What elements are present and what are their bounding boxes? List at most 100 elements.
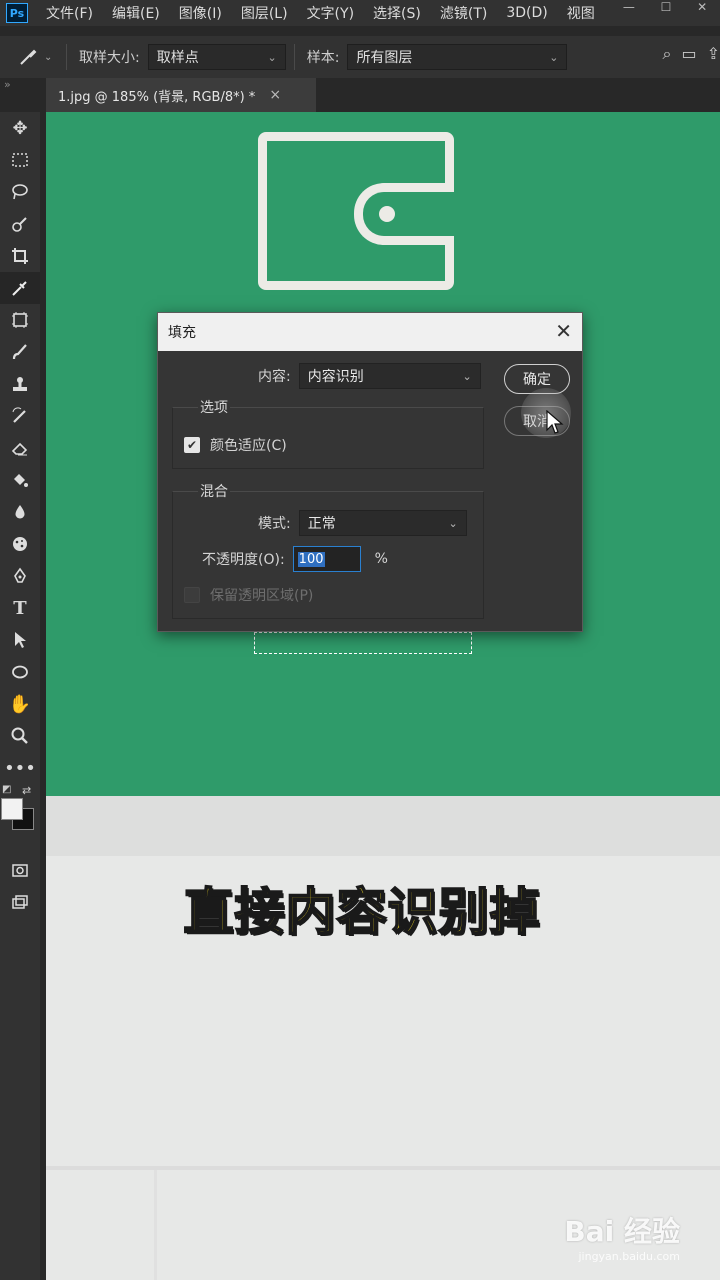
foreground-color-swatch[interactable]	[1, 798, 23, 820]
blur-tool-icon[interactable]	[0, 496, 40, 528]
wallet-clasp	[354, 183, 454, 245]
default-colors-icon[interactable]: ◩	[2, 784, 11, 795]
maximize-icon[interactable]: ☐	[661, 0, 672, 14]
workspace-icon[interactable]: ▭	[681, 44, 696, 64]
window-controls: — ☐ ✕	[610, 0, 720, 14]
photoshop-logo-icon: Ps	[6, 3, 28, 23]
sample-label: 样本:	[306, 50, 340, 66]
close-icon[interactable]: ✕	[555, 319, 572, 343]
minimize-icon[interactable]: —	[623, 0, 635, 14]
tools-panel: ✥ T ✋ ••• ◩ ⇄	[0, 112, 40, 1280]
document-tab-title: 1.jpg @ 185% (背景, RGB/8*) *	[58, 89, 256, 105]
menu-image[interactable]: 图像(I)	[179, 3, 222, 23]
divider	[66, 44, 67, 70]
history-brush-icon[interactable]	[0, 400, 40, 432]
menu-bar: Ps 文件(F) 编辑(E) 图像(I) 图层(L) 文字(Y) 选择(S) 滤…	[0, 0, 720, 26]
chevron-down-icon: ⌄	[462, 369, 472, 383]
mode-value: 正常	[307, 516, 336, 532]
type-tool-icon[interactable]: T	[0, 592, 40, 624]
eyedropper-icon	[20, 49, 37, 65]
paint-bucket-icon[interactable]	[0, 464, 40, 496]
eraser-tool-icon[interactable]	[0, 432, 40, 464]
ellipse-tool-icon[interactable]	[0, 656, 40, 688]
eyedropper-tool-icon[interactable]	[0, 272, 40, 304]
video-caption: 直接内容识别掉	[183, 882, 541, 942]
menu-view[interactable]: 视图	[567, 3, 595, 23]
chevron-down-icon: ⌄	[44, 51, 53, 63]
sponge-tool-icon[interactable]	[0, 528, 40, 560]
options-bar: ⌄ 取样大小: 取样点 ⌄ 样本: 所有图层 ⌄ ⌕ ▭ ⇪	[0, 36, 720, 78]
divider	[293, 44, 295, 70]
options-right: ⌕ ▭ ⇪	[663, 44, 720, 64]
quick-selection-tool-icon[interactable]	[0, 208, 40, 240]
sample-size-value: 取样点	[156, 50, 199, 66]
opacity-unit: %	[374, 551, 388, 567]
marquee-tool-icon[interactable]	[0, 144, 40, 176]
menu-type[interactable]: 文字(Y)	[307, 3, 354, 23]
crop-tool-icon[interactable]	[0, 240, 40, 272]
content-select[interactable]: 内容识别 ⌄	[298, 363, 481, 389]
swap-colors-icon[interactable]: ⇄	[22, 784, 31, 797]
hand-tool-icon[interactable]: ✋	[0, 688, 40, 720]
frame-tool-icon[interactable]	[0, 304, 40, 336]
dialog-title: 填充	[168, 325, 196, 341]
content-value: 内容识别	[307, 369, 364, 385]
brush-tool-icon[interactable]	[0, 336, 40, 368]
watermark-url: jingyan.baidu.com	[578, 1250, 680, 1263]
menu-select[interactable]: 选择(S)	[373, 3, 421, 23]
search-icon[interactable]: ⌕	[663, 44, 672, 64]
screen-mode-icon[interactable]	[0, 886, 40, 918]
preserve-transparency-row: 保留透明区域(P)	[184, 585, 313, 605]
menu-edit[interactable]: 编辑(E)	[112, 3, 160, 23]
mouse-pointer-icon	[546, 410, 564, 434]
divider	[46, 1166, 720, 1170]
menu-file[interactable]: 文件(F)	[46, 3, 93, 23]
sample-select[interactable]: 所有图层 ⌄	[347, 44, 568, 70]
mode-label: 模式:	[258, 516, 291, 532]
tool-preset-picker[interactable]: ⌄	[18, 47, 58, 67]
watermark-logo: Bai 经验	[564, 1215, 680, 1248]
opacity-row: 不透明度(O): 100 %	[202, 546, 388, 572]
sample-size-label: 取样大小:	[79, 50, 140, 66]
stamp-tool-icon[interactable]	[0, 368, 40, 400]
photoshop-window: Ps 文件(F) 编辑(E) 图像(I) 图层(L) 文字(Y) 选择(S) 滤…	[0, 0, 720, 1280]
wallet-dot	[379, 206, 395, 222]
chevron-down-icon: ⌄	[267, 50, 277, 64]
document-tab[interactable]: 1.jpg @ 185% (背景, RGB/8*) * ×	[46, 78, 316, 112]
color-swatches: ◩ ⇄	[0, 784, 40, 854]
color-adapt-label: 颜色适应(C)	[210, 438, 287, 454]
color-adapt-checkbox[interactable]: ✔	[184, 437, 200, 453]
opacity-value: 100	[297, 551, 325, 567]
pen-tool-icon[interactable]	[0, 560, 40, 592]
collapse-icon[interactable]: »	[4, 78, 11, 91]
move-tool-icon[interactable]: ✥	[0, 112, 40, 144]
zoom-tool-icon[interactable]	[0, 720, 40, 752]
document-canvas[interactable]: 直接内容识别掉 Bai 经验 jingyan.baidu.com	[46, 112, 720, 1280]
color-adapt-row[interactable]: ✔ 颜色适应(C)	[184, 435, 287, 455]
options-group-label: 选项	[198, 397, 230, 417]
content-label: 内容:	[258, 369, 291, 385]
close-window-icon[interactable]: ✕	[697, 0, 707, 14]
quick-mask-icon[interactable]	[0, 854, 40, 886]
share-icon[interactable]: ⇪	[707, 44, 720, 64]
menu-3d[interactable]: 3D(D)	[506, 5, 547, 21]
close-icon[interactable]: ×	[269, 87, 281, 103]
chevron-down-icon: ⌄	[549, 50, 559, 64]
menu-layer[interactable]: 图层(L)	[241, 3, 288, 23]
sample-size-select[interactable]: 取样点 ⌄	[147, 44, 286, 70]
lasso-tool-icon[interactable]	[0, 176, 40, 208]
fill-dialog: 填充 ✕ 内容: 内容识别 ⌄ 确定 取消 选项 ✔ 颜色适应(C) 混合 模式…	[157, 312, 583, 632]
document-tab-bar: » 1.jpg @ 185% (背景, RGB/8*) * ×	[0, 78, 720, 112]
opacity-input[interactable]: 100	[292, 546, 361, 572]
menu-filter[interactable]: 滤镜(T)	[440, 3, 487, 23]
sample-value: 所有图层	[356, 50, 413, 66]
more-tools-icon[interactable]: •••	[0, 752, 40, 784]
blend-group-label: 混合	[198, 481, 230, 501]
divider	[154, 1170, 157, 1280]
selection-marquee	[254, 632, 472, 654]
mode-row: 模式: 正常 ⌄	[258, 510, 467, 536]
mode-select[interactable]: 正常 ⌄	[298, 510, 467, 536]
path-selection-icon[interactable]	[0, 624, 40, 656]
preserve-transparency-checkbox	[184, 587, 200, 603]
preserve-transparency-label: 保留透明区域(P)	[210, 588, 314, 604]
